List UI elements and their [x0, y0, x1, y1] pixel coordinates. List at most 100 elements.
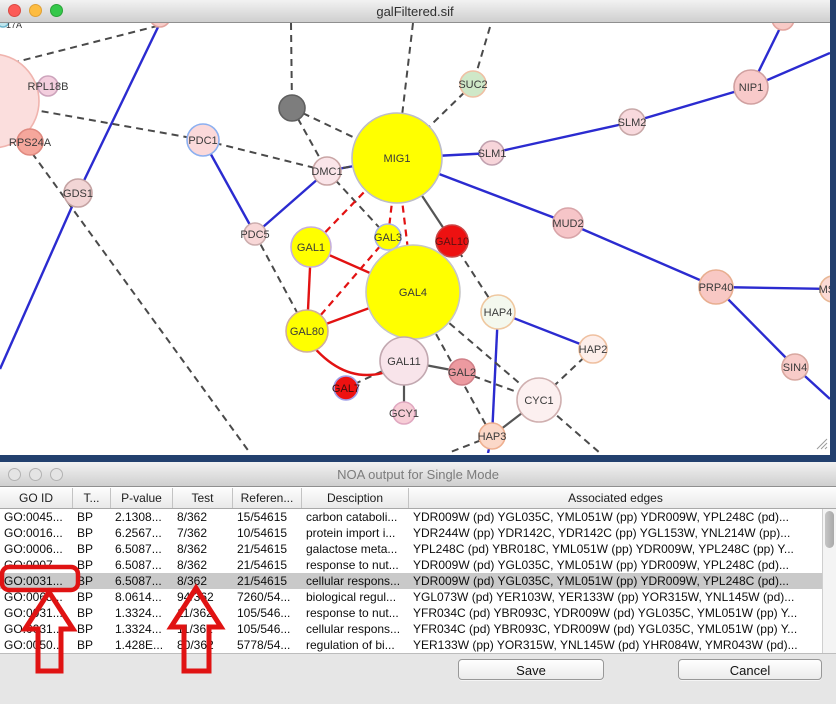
network-edge [492, 122, 632, 153]
table-scrollbar[interactable] [822, 509, 836, 653]
cell-go: GO:0045... [0, 509, 73, 525]
cell-edges: YPL248C (pd) YBR018C, YML051W (pp) YDR00… [409, 541, 808, 557]
cell-desc: regulation of bi... [302, 637, 409, 653]
node-label-GCY1: GCY1 [389, 408, 419, 420]
cell-type: BP [73, 557, 111, 573]
network-edge [632, 87, 751, 122]
scrollbar-thumb[interactable] [825, 511, 834, 548]
cell-desc: carbon cataboli... [302, 509, 409, 525]
node-label-GAL1: GAL1 [297, 242, 325, 254]
minimize-button[interactable] [29, 4, 42, 17]
noa-titlebar[interactable]: NOA output for Single Mode [0, 462, 836, 487]
zoom-button[interactable] [50, 4, 63, 17]
node-label-SLM1: SLM1 [478, 148, 507, 160]
cell-type: BP [73, 589, 111, 605]
cancel-button[interactable]: Cancel [678, 659, 822, 680]
network-titlebar[interactable]: galFiltered.sif [0, 0, 830, 23]
cell-edges: YDR009W (pd) YGL035C, YML051W (pp) YDR00… [409, 573, 808, 589]
cell-p: 8.0614... [111, 589, 173, 605]
table-row[interactable]: GO:0007...BP6.5087...8/36221/54615respon… [0, 557, 836, 573]
cell-desc: cellular respons... [302, 621, 409, 637]
cell-go: GO:0050... [0, 637, 73, 653]
node-gray-node[interactable] [279, 95, 305, 121]
column-header-p[interactable]: P-value [111, 488, 173, 508]
node-label-RPL18B: RPL18B [28, 81, 69, 93]
cell-edges: YER133W (pp) YOR315W, YNL145W (pd) YHR08… [409, 637, 808, 653]
cell-desc: response to nut... [302, 605, 409, 621]
cell-edges: YGL073W (pd) YER103W, YER133W (pp) YOR31… [409, 589, 808, 605]
cell-go: GO:0031... [0, 621, 73, 637]
cell-p: 1.3324... [111, 605, 173, 621]
resize-grip-icon[interactable] [815, 437, 828, 450]
window-title: galFiltered.sif [376, 4, 453, 19]
cell-ref: 105/546... [233, 621, 302, 637]
cell-type: BP [73, 525, 111, 541]
cell-type: BP [73, 573, 111, 589]
column-header-ref[interactable]: Referen... [233, 488, 302, 508]
cell-edges: YFR034C (pd) YBR093C, YDR009W (pd) YGL03… [409, 605, 808, 621]
cell-type: BP [73, 605, 111, 621]
column-header-test[interactable]: Test [173, 488, 233, 508]
node-label-GAL2: GAL2 [448, 367, 476, 379]
cell-test: 11/362 [173, 621, 233, 637]
network-window: galFiltered.sif RPL18BRPS24AGDS1PDC1PDC5… [0, 0, 830, 455]
zoom-button-inactive[interactable] [50, 468, 63, 481]
node-label-SUC2: SUC2 [458, 79, 487, 91]
cell-ref: 21/54615 [233, 557, 302, 573]
table-row[interactable]: GO:0031...BP1.3324...11/362105/546...res… [0, 605, 836, 621]
cell-edges: YDR009W (pd) YGL035C, YML051W (pp) YDR00… [409, 509, 808, 525]
table-row[interactable]: GO:0065...BP8.0614...94/3627260/54...bio… [0, 589, 836, 605]
window-title: NOA output for Single Mode [337, 467, 499, 482]
cell-go: GO:0006... [0, 541, 73, 557]
cell-desc: protein import i... [302, 525, 409, 541]
network-edge [0, 193, 78, 369]
table-row[interactable]: GO:0045...BP2.1308...8/36215/54615carbon… [0, 509, 836, 525]
network-edge [568, 223, 716, 287]
partial-node-label: 17A [6, 23, 22, 30]
node-label-MIG1: MIG1 [384, 153, 411, 165]
node-label-SIN4: SIN4 [783, 362, 807, 374]
cell-p: 1.428E... [111, 637, 173, 653]
network-canvas[interactable]: RPL18BRPS24AGDS1PDC1PDC5DMC1MIG1SUC2SLM1… [0, 23, 830, 453]
cell-edges: YFR034C (pd) YBR093C, YDR009W (pd) YGL03… [409, 621, 808, 637]
close-button[interactable] [8, 4, 21, 17]
table-row[interactable]: GO:0031...BP6.5087...8/36221/54615cellul… [0, 573, 836, 589]
table-row[interactable]: GO:0050...BP1.428E...80/3625778/54...reg… [0, 637, 836, 653]
noa-output-window: NOA output for Single Mode GO IDT...P-va… [0, 462, 836, 704]
column-header-desc[interactable]: Desciption [302, 488, 409, 508]
cell-ref: 21/54615 [233, 541, 302, 557]
node-label-RPS24A: RPS24A [9, 137, 52, 149]
cell-p: 6.5087... [111, 557, 173, 573]
network-graph: RPL18BRPS24AGDS1PDC1PDC5DMC1MIG1SUC2SLM1… [0, 23, 830, 453]
minimize-button-inactive[interactable] [29, 468, 42, 481]
node-top-right-pink-partial[interactable] [772, 23, 794, 30]
cell-type: BP [73, 509, 111, 525]
table-row[interactable]: GO:0016...BP6.2567...7/36210/54615protei… [0, 525, 836, 541]
column-header-type[interactable]: T... [73, 488, 111, 508]
cell-type: BP [73, 621, 111, 637]
cell-edges: YDR244W (pp) YDR142C, YDR142C (pp) YGL15… [409, 525, 808, 541]
close-button-inactive[interactable] [8, 468, 21, 481]
node-label-CYC1: CYC1 [524, 395, 553, 407]
cell-ref: 21/54615 [233, 573, 302, 589]
node-label-GAL3: GAL3 [374, 232, 402, 244]
node-label-PDC1: PDC1 [188, 135, 217, 147]
node-label-SLM2: SLM2 [618, 117, 647, 129]
save-button[interactable]: Save [458, 659, 604, 680]
cell-go: GO:0007... [0, 557, 73, 573]
node-label-GAL11: GAL11 [387, 356, 420, 368]
cell-desc: response to nut... [302, 557, 409, 573]
cell-edges: YDR009W (pd) YGL035C, YML051W (pp) YDR00… [409, 557, 808, 573]
table-row[interactable]: GO:0031...BP1.3324...11/362105/546...cel… [0, 621, 836, 637]
cell-p: 1.3324... [111, 621, 173, 637]
cell-test: 8/362 [173, 509, 233, 525]
column-header-edges[interactable]: Associated edges [409, 488, 822, 508]
node-label-HAP3: HAP3 [478, 431, 507, 443]
network-edge [12, 24, 165, 63]
column-header-go[interactable]: GO ID [0, 488, 73, 508]
results-table: GO:0045...BP2.1308...8/36215/54615carbon… [0, 509, 836, 654]
cell-test: 80/362 [173, 637, 233, 653]
cell-test: 94/362 [173, 589, 233, 605]
table-row[interactable]: GO:0006...BP6.5087...8/36221/54615galact… [0, 541, 836, 557]
network-edge [78, 23, 160, 193]
